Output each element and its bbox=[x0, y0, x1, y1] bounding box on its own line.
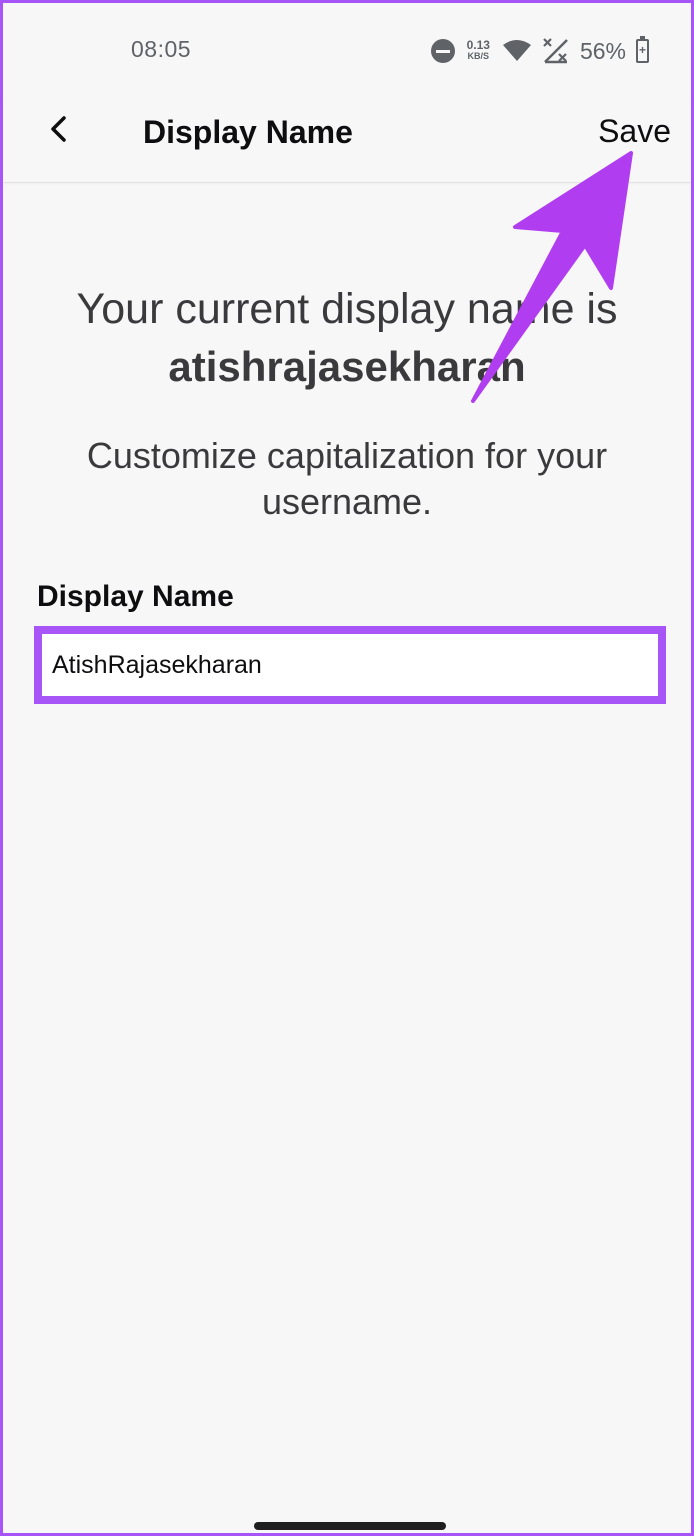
current-display-name-text: Your current display name is bbox=[76, 285, 618, 333]
screen-frame: 08:05 0.13 KB/S 56% Dis bbox=[0, 0, 694, 1536]
annotation-arrow-icon bbox=[471, 151, 633, 403]
page-title: Display Name bbox=[143, 114, 353, 150]
home-indicator[interactable] bbox=[254, 1522, 446, 1530]
display-name-input[interactable] bbox=[42, 634, 658, 696]
battery-percent: 56% bbox=[579, 37, 626, 64]
do-not-disturb-icon bbox=[430, 39, 455, 63]
no-signal-icon bbox=[543, 38, 568, 64]
chevron-left-icon bbox=[51, 116, 66, 142]
save-button[interactable]: Save bbox=[598, 113, 671, 150]
status-bar: 08:05 0.13 KB/S 56% bbox=[3, 3, 691, 101]
status-icons: 0.13 KB/S 56% bbox=[430, 33, 649, 69]
display-name-label: Display Name bbox=[37, 580, 234, 613]
battery-charging-icon bbox=[636, 36, 649, 63]
network-speed-unit: KB/S bbox=[467, 51, 490, 61]
description-text: Customize capitalization for your userna… bbox=[86, 435, 608, 522]
app-header: Display Name Save bbox=[3, 101, 691, 183]
status-time: 08:05 bbox=[131, 36, 192, 62]
wifi-icon bbox=[502, 40, 531, 61]
network-speed: 0.13 KB/S bbox=[466, 38, 490, 62]
back-button[interactable] bbox=[39, 107, 79, 151]
current-display-name: atishrajasekharan bbox=[168, 343, 526, 390]
display-name-field-highlight bbox=[34, 626, 666, 704]
network-speed-value: 0.13 bbox=[466, 38, 490, 52]
